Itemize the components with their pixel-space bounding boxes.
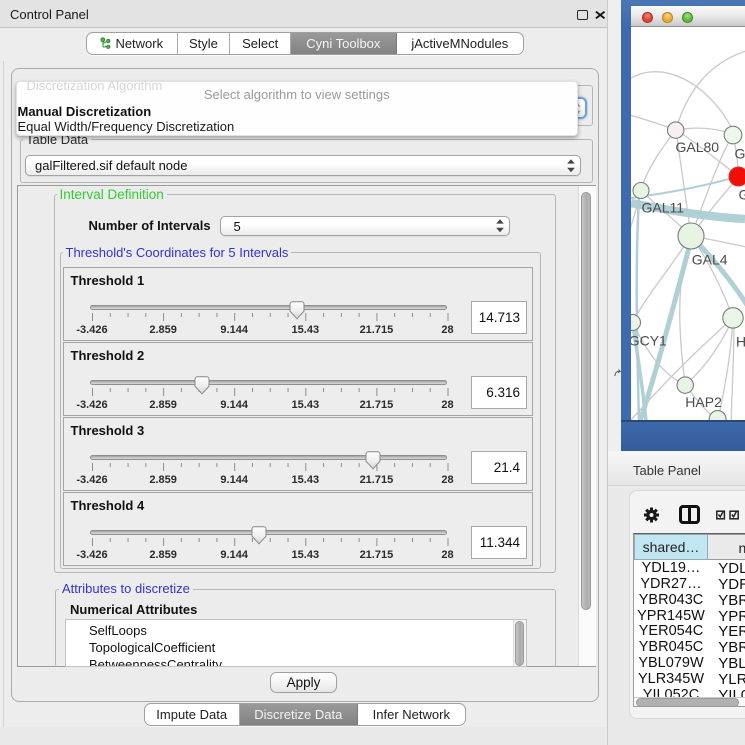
svg-text:GCN4: GCN4 bbox=[739, 186, 745, 202]
svg-text:GCY1: GCY1 bbox=[631, 332, 667, 348]
svg-text:GAL4: GAL4 bbox=[692, 251, 728, 267]
svg-text:GAL2: GAL2 bbox=[735, 145, 745, 161]
svg-text:GAL80: GAL80 bbox=[676, 139, 720, 155]
svg-text:HIS7: HIS7 bbox=[736, 333, 745, 349]
svg-text:HAP2: HAP2 bbox=[685, 394, 722, 410]
svg-text:GAL11: GAL11 bbox=[642, 199, 685, 215]
